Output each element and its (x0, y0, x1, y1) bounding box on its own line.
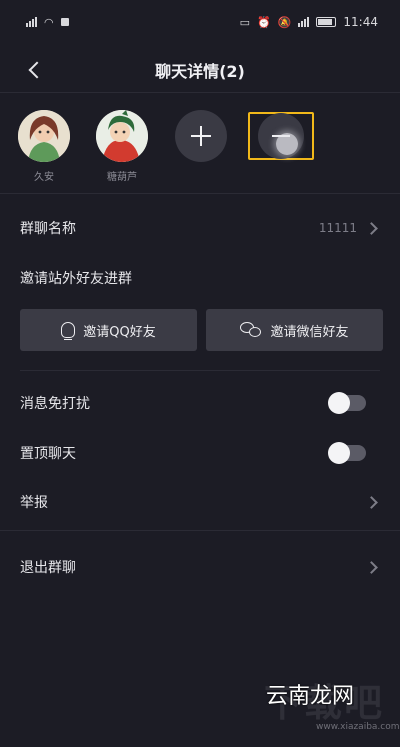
pin-row: 置顶聊天 (0, 431, 400, 475)
wifi-icon: ◠ (44, 15, 54, 29)
battery-icon (316, 17, 337, 27)
group-name-row[interactable]: 群聊名称 11111 (0, 206, 400, 250)
invite-divider (20, 370, 380, 371)
add-member-circle (175, 110, 227, 162)
signal-icon (26, 17, 37, 27)
back-button[interactable] (20, 56, 48, 84)
report-row[interactable]: 举报 (0, 480, 400, 524)
qq-icon (61, 322, 76, 340)
plus-icon (191, 126, 211, 146)
pin-label: 置顶聊天 (20, 446, 76, 462)
exit-group-row[interactable]: 退出群聊 (0, 545, 400, 589)
watermark-url: www.xiazaiba.com (316, 722, 400, 732)
status-left: ◠ (26, 16, 69, 29)
invite-outside-row: 邀请站外好友进群 (0, 256, 400, 300)
notification-icon (60, 18, 69, 26)
member-name: 糖葫芦 (107, 172, 137, 183)
chevron-right-icon (365, 560, 378, 574)
alarm-icon: ⏰ (257, 15, 271, 29)
watermark-small: 云南龙网 (266, 684, 355, 709)
watermark: 下载吧 云南龙网 www.xiazaiba.com (258, 672, 400, 740)
mute-icon: 🔕 (277, 15, 292, 29)
group-name-label: 群聊名称 (20, 221, 76, 237)
chevron-right-icon (365, 495, 378, 509)
mute-row: 消息免打扰 (0, 381, 400, 425)
page-title: 聊天详情(2) (155, 62, 245, 81)
avatar (18, 110, 70, 162)
avatar (96, 110, 148, 162)
invite-wechat-button[interactable]: 邀请微信好友 (206, 309, 383, 351)
invite-outside-label: 邀请站外好友进群 (20, 271, 132, 287)
remove-member-button[interactable] (248, 112, 314, 160)
nav-header: 聊天详情(2) (0, 48, 400, 92)
report-label: 举报 (20, 495, 48, 511)
status-time: 11:44 (343, 15, 378, 29)
report-divider (0, 530, 400, 531)
invite-buttons: 邀请QQ好友 邀请微信好友 (20, 309, 383, 351)
add-member-button[interactable] (173, 110, 229, 162)
status-right: ▭ ⏰ 🔕 11:44 (240, 15, 378, 29)
members-divider (0, 193, 400, 194)
group-name-value: 11111 (318, 221, 357, 235)
chevron-right-icon (365, 221, 378, 235)
signal-icon (298, 17, 310, 27)
member-item[interactable]: 久安 (16, 110, 72, 183)
header-divider (0, 92, 400, 93)
mute-label: 消息免打扰 (20, 396, 90, 412)
member-name: 久安 (34, 172, 54, 183)
exit-group-label: 退出群聊 (20, 560, 76, 576)
mute-toggle[interactable] (328, 392, 366, 414)
touch-indicator (276, 133, 298, 155)
remove-member-circle (258, 113, 304, 159)
invite-qq-button[interactable]: 邀请QQ好友 (20, 309, 197, 351)
nfc-icon: ▭ (239, 15, 250, 29)
member-item[interactable]: 糖葫芦 (94, 110, 150, 183)
invite-wechat-label: 邀请微信好友 (270, 324, 349, 340)
wechat-icon (240, 322, 262, 338)
chevron-left-icon (28, 61, 46, 79)
member-list: 久安 糖葫芦 (0, 110, 400, 183)
status-bar: ◠ ▭ ⏰ 🔕 11:44 (0, 0, 400, 44)
pin-toggle[interactable] (328, 442, 366, 464)
invite-qq-label: 邀请QQ好友 (83, 324, 156, 340)
